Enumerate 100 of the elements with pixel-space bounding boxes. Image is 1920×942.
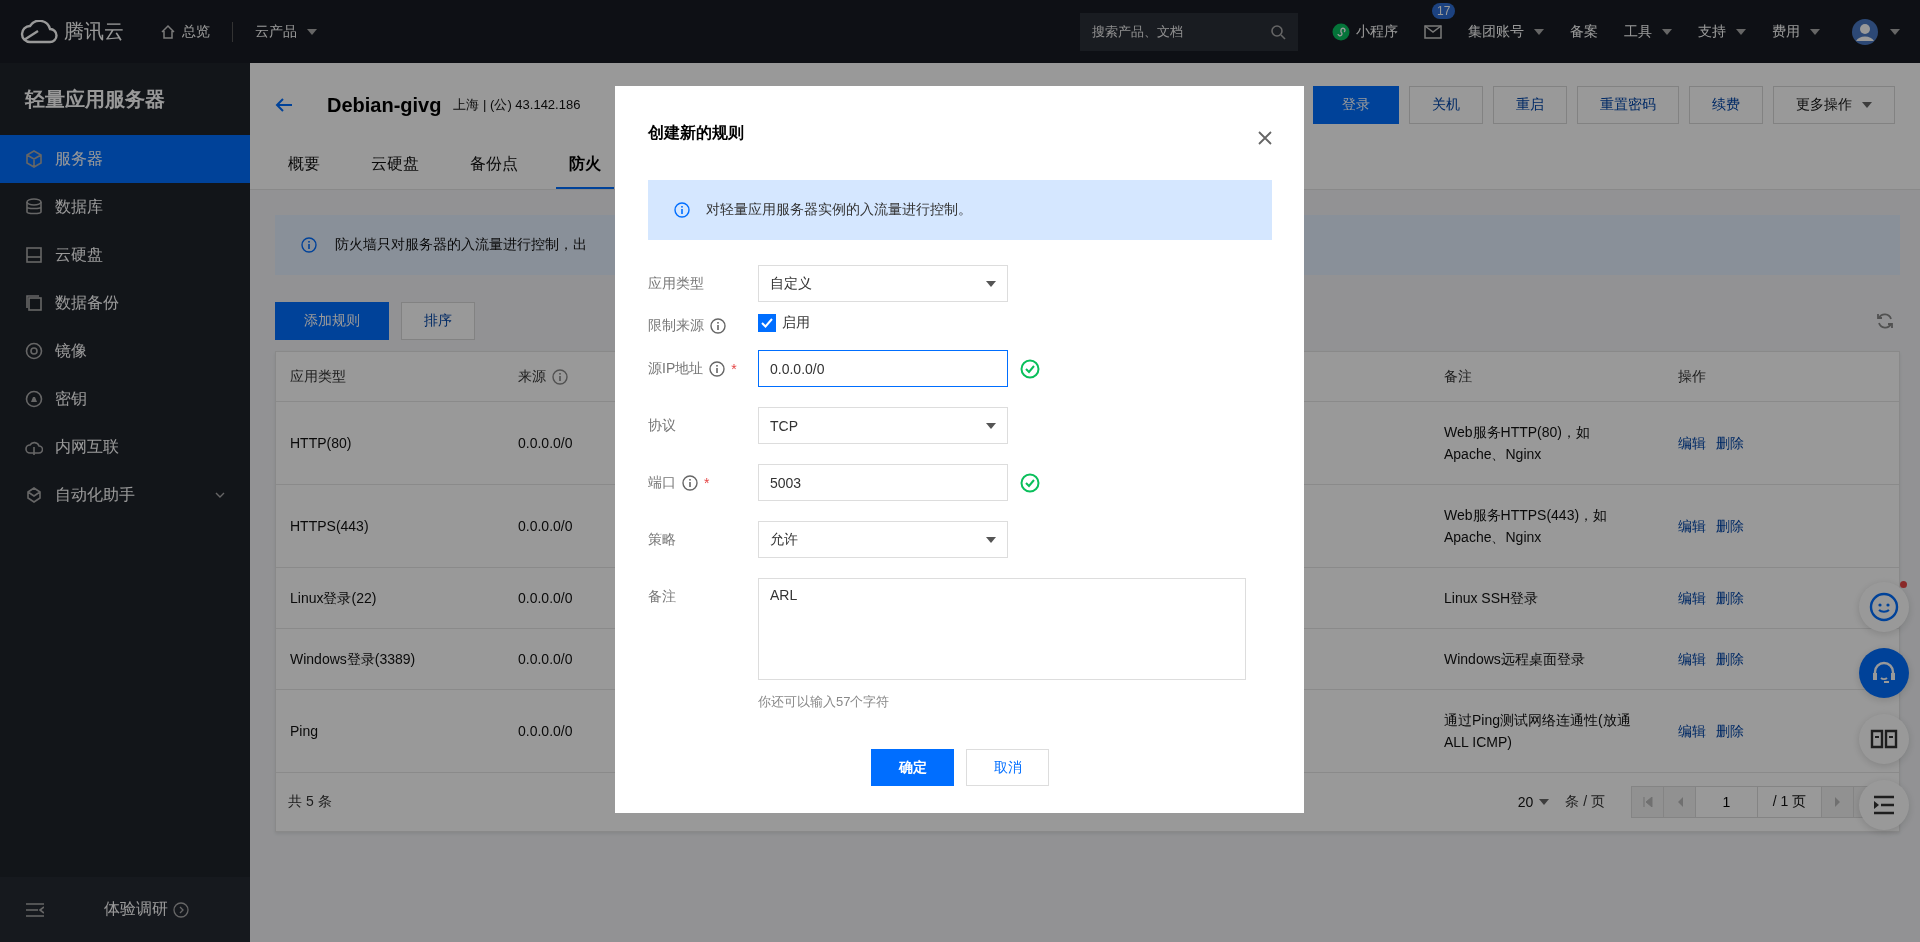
sort-button[interactable]: 排序	[401, 301, 475, 340]
first-page-icon	[1642, 797, 1653, 807]
action-link[interactable]: 删除	[1716, 515, 1744, 537]
column-header: 操作	[1678, 367, 1706, 386]
logo-text[interactable]: 腾讯云	[64, 18, 124, 45]
field-label: 端口	[648, 473, 676, 492]
action-link[interactable]: 删除	[1716, 432, 1744, 454]
database-icon	[25, 198, 43, 216]
caret-icon	[307, 28, 317, 35]
caret-icon	[1736, 28, 1746, 35]
action-link[interactable]: 编辑	[1678, 515, 1706, 537]
overview-link[interactable]: 总览	[160, 22, 210, 41]
table-cell-text: Web服务HTTP(80)，如Apache、Nginx	[1443, 423, 1591, 464]
caret-icon	[1890, 28, 1900, 35]
sidebar-item[interactable]: 云硬盘	[0, 231, 250, 279]
table-cell-text: Windows登录(3389)	[289, 650, 417, 669]
total-count: 共 5 条	[288, 793, 332, 811]
input-field[interactable]: 5003	[758, 464, 1008, 501]
instance-address: 上海 | (公) 43.142.186	[453, 96, 581, 114]
disc-icon	[25, 342, 43, 360]
action-link[interactable]: 编辑	[1678, 648, 1706, 670]
table-cell-text: 0.0.0.0/0	[517, 517, 574, 536]
next-page-icon	[1832, 797, 1843, 807]
nav-link[interactable]: 工具	[1624, 22, 1672, 41]
action-button[interactable]: 重置密码	[1577, 86, 1679, 124]
box-icon	[25, 486, 43, 504]
more-actions-button[interactable]: 更多操作	[1773, 86, 1895, 124]
nav-link[interactable]: 费用	[1772, 22, 1820, 41]
page-size-label: 条 / 页	[1565, 793, 1605, 811]
info-icon	[674, 202, 690, 218]
search-field[interactable]: 搜索产品、文档	[1080, 12, 1298, 51]
action-button[interactable]: 重启	[1493, 86, 1567, 124]
info-icon	[301, 237, 317, 253]
action-link[interactable]: 删除	[1716, 587, 1744, 609]
action-link[interactable]: 删除	[1716, 648, 1744, 670]
table-cell-text: 通过Ping测试网络连通性(放通ALL ICMP)	[1443, 711, 1632, 752]
back-button[interactable]	[275, 97, 293, 113]
sidebar-item[interactable]: 自动化助手	[0, 471, 250, 519]
mail-icon	[1424, 24, 1442, 39]
input-field[interactable]: 0.0.0.0/0	[758, 350, 1008, 387]
table-cell-text: 0.0.0.0/0	[517, 434, 574, 453]
column-header: 备注	[1444, 367, 1472, 386]
cube-icon	[25, 150, 43, 168]
sidebar-item[interactable]: 服务器	[0, 135, 250, 183]
action-button[interactable]: 续费	[1689, 86, 1763, 124]
survey-link[interactable]: 体验调研	[104, 899, 189, 920]
tab[interactable]: 云硬盘	[358, 141, 432, 189]
field-label: 应用类型	[648, 274, 704, 293]
chevron-down-icon	[215, 492, 225, 498]
action-link[interactable]: 编辑	[1678, 587, 1706, 609]
nav-link[interactable]: 集团账号	[1468, 22, 1544, 41]
tab[interactable]: 概要	[275, 141, 333, 189]
notice-text: 防火墙只对服务器的入流量进行控制，出	[335, 236, 587, 254]
sidebar-item[interactable]: 数据备份	[0, 279, 250, 327]
key-icon	[25, 390, 43, 408]
page-size-select[interactable]: 20	[1517, 794, 1550, 810]
tab[interactable]: 备份点	[457, 141, 531, 189]
caret-icon	[1862, 102, 1872, 108]
sidebar-item[interactable]: 数据库	[0, 183, 250, 231]
caret-icon	[1810, 28, 1820, 35]
sidebar-item[interactable]: 密钥	[0, 375, 250, 423]
caret-icon	[1534, 28, 1544, 35]
cancel-button[interactable]: 取消	[966, 749, 1049, 786]
action-button[interactable]: 登录	[1313, 86, 1399, 124]
search-icon	[1270, 23, 1286, 40]
refresh-icon	[1876, 311, 1894, 330]
field-label: 限制来源	[648, 317, 704, 335]
sidebar-item[interactable]: 内网互联	[0, 423, 250, 471]
action-button[interactable]: 关机	[1409, 86, 1483, 124]
table-cell-text: Ping	[289, 722, 320, 741]
avatar-icon	[1852, 18, 1878, 45]
dropdown[interactable]: 允许	[758, 521, 1008, 558]
action-link[interactable]: 编辑	[1678, 432, 1706, 454]
table-cell-text: HTTP(80)	[289, 434, 353, 453]
caret-icon	[986, 422, 996, 429]
dropdown[interactable]: 自定义	[758, 265, 1008, 302]
sidebar-title: 轻量应用服务器	[23, 86, 166, 112]
sidebar-item[interactable]: 镜像	[0, 327, 250, 375]
table-cell-text: Web服务HTTPS(443)，如Apache、Nginx	[1443, 506, 1609, 547]
nav-link[interactable]: 备案	[1570, 22, 1598, 41]
confirm-button[interactable]: 确定	[871, 749, 954, 786]
checkmark-icon	[761, 318, 773, 328]
table-cell-text: 0.0.0.0/0	[517, 650, 574, 669]
action-link[interactable]: 删除	[1716, 720, 1744, 742]
dropdown[interactable]: TCP	[758, 407, 1008, 444]
remarks-field[interactable]: ARL	[758, 578, 1246, 680]
action-link[interactable]: 编辑	[1678, 720, 1706, 742]
table-cell-text: Windows远程桌面登录	[1443, 650, 1586, 669]
add-rule-button[interactable]: 添加规则	[275, 301, 389, 340]
checkbox-label[interactable]: 启用	[782, 314, 810, 332]
arrow-circle-icon	[173, 901, 189, 918]
field-label: 源IP地址	[648, 359, 704, 378]
caret-icon	[986, 280, 996, 287]
checkbox[interactable]	[758, 314, 776, 332]
table-cell-text: Linux登录(22)	[289, 589, 378, 608]
nav-link[interactable]: 支持	[1698, 22, 1746, 41]
products-menu[interactable]: 云产品	[255, 22, 317, 41]
mini-program-link[interactable]: 小程序	[1332, 22, 1398, 41]
collapse-menu-icon	[26, 902, 44, 917]
caret-icon	[1662, 28, 1672, 35]
